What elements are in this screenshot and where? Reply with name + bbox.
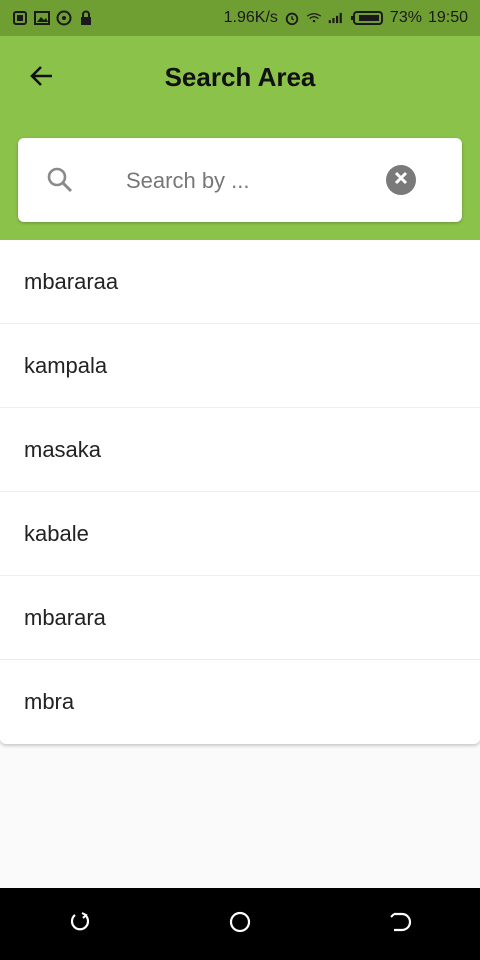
- list-item[interactable]: kabale: [0, 492, 480, 576]
- recents-icon: [68, 910, 92, 939]
- home-icon: [228, 910, 252, 939]
- battery-icon: [350, 10, 384, 26]
- list-item[interactable]: mbarara: [0, 576, 480, 660]
- clock: 19:50: [427, 9, 468, 26]
- status-left: [12, 10, 94, 26]
- whatsapp-icon: [56, 10, 72, 26]
- results-list: mbararaa kampala masaka kabale mbarara m…: [0, 240, 480, 744]
- list-item[interactable]: mbararaa: [0, 240, 480, 324]
- list-item[interactable]: kampala: [0, 324, 480, 408]
- image-icon: [34, 10, 50, 26]
- search-input[interactable]: [124, 160, 378, 202]
- alarm-icon: [284, 10, 300, 26]
- list-item[interactable]: masaka: [0, 408, 480, 492]
- signal-icon: [328, 10, 344, 26]
- app-bar: Search Area: [0, 36, 480, 240]
- back-nav-icon: [388, 910, 412, 939]
- wifi-icon: [306, 10, 322, 26]
- clear-button[interactable]: [386, 165, 416, 195]
- recents-button[interactable]: [60, 904, 100, 944]
- navigation-bar: [0, 888, 480, 960]
- search-bar: [18, 138, 462, 222]
- page-title: Search Area: [164, 62, 316, 92]
- back-nav-button[interactable]: [380, 904, 420, 944]
- battery-level: 73%: [389, 9, 422, 26]
- home-button[interactable]: [220, 904, 260, 944]
- status-right: 1.96K/s 73% 19:50: [224, 9, 468, 27]
- list-item[interactable]: mbra: [0, 660, 480, 744]
- network-speed: 1.96K/s: [223, 9, 278, 26]
- clear-icon: [393, 170, 409, 191]
- search-icon: [46, 166, 74, 194]
- lock-icon: [78, 10, 94, 26]
- status-bar: 1.96K/s 73% 19:50: [0, 0, 480, 36]
- sim-icon: [12, 10, 28, 26]
